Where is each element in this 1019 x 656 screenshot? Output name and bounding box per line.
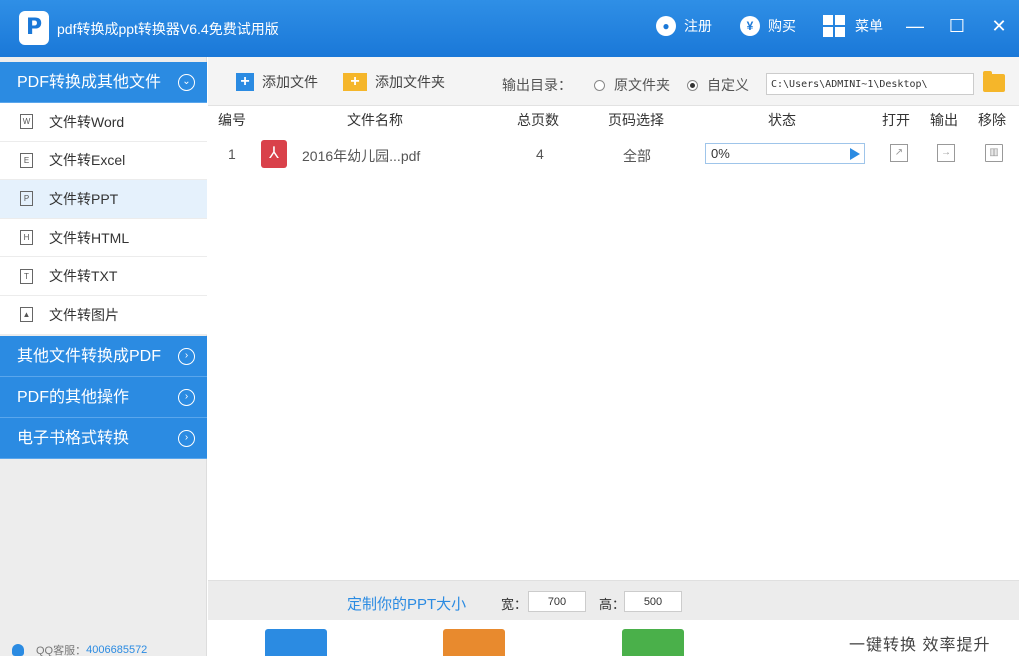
- folder-plus-icon: +: [343, 73, 367, 91]
- add-file-button[interactable]: + 添加文件: [236, 72, 318, 92]
- row-progress-bar: 0%: [705, 143, 865, 164]
- toolbar: + 添加文件 + 添加文件夹 输出目录： 原文件夹 自定义: [208, 57, 1019, 106]
- output-icon[interactable]: →: [937, 144, 955, 162]
- buy-label: 购买: [768, 18, 796, 34]
- category-other-to-pdf[interactable]: 其他文件转换成PDF ›: [0, 336, 207, 377]
- sidebar-item-image[interactable]: ▲ 文件转图片: [0, 295, 207, 335]
- chevron-right-icon: ›: [178, 348, 195, 365]
- add-folder-label: 添加文件夹: [375, 74, 445, 90]
- plus-icon: +: [236, 73, 254, 91]
- col-remove: 移除: [978, 112, 1006, 128]
- conversion-list: W 文件转Word E 文件转Excel P 文件转PPT H 文件转HTML …: [0, 103, 207, 335]
- user-icon: ●: [656, 16, 676, 36]
- category-label: 电子书格式转换: [17, 430, 130, 447]
- radio-label: 自定义: [707, 77, 749, 93]
- height-input[interactable]: [624, 591, 682, 612]
- pdf-file-icon: ⅄: [261, 140, 287, 168]
- play-icon[interactable]: [850, 148, 860, 160]
- word-file-icon: W: [20, 114, 33, 130]
- app-logo-icon: P: [19, 11, 49, 45]
- chevron-down-icon: ⌄: [178, 74, 195, 91]
- yen-icon: ¥: [740, 16, 760, 36]
- row-pages: 4: [536, 146, 544, 162]
- sidebar-item-label: 文件转TXT: [49, 268, 118, 285]
- ppt-size-bar: 定制你的PPT大小 宽： 高：: [208, 580, 1019, 620]
- convert-slide-icon: [443, 629, 505, 656]
- sidebar-item-label: 文件转PPT: [49, 190, 119, 207]
- sidebar: PDF转换成其他文件 ⌄ W 文件转Word E 文件转Excel P 文件转P…: [0, 57, 207, 656]
- sidebar-item-label: 文件转Excel: [49, 152, 126, 169]
- browse-folder-icon[interactable]: [983, 71, 1005, 92]
- table-row[interactable]: 1 ⅄ 2016年幼儿园...pdf 4 全部 0% ↗ → ▥: [208, 135, 1019, 175]
- width-input[interactable]: [528, 591, 586, 612]
- register-label: 注册: [684, 18, 712, 34]
- add-file-label: 添加文件: [262, 74, 318, 90]
- radio-original-folder[interactable]: 原文件夹: [594, 75, 670, 95]
- output-path-input[interactable]: [766, 73, 974, 95]
- sidebar-item-word[interactable]: W 文件转Word: [0, 103, 207, 142]
- col-page-select: 页码选择: [608, 112, 664, 128]
- convert-doc-icon: [265, 629, 327, 656]
- register-button[interactable]: ● 注册: [656, 14, 712, 38]
- html-file-icon: H: [20, 230, 33, 246]
- radio-custom-folder[interactable]: 自定义: [687, 75, 749, 95]
- trash-icon[interactable]: ▥: [985, 144, 1003, 162]
- buy-button[interactable]: ¥ 购买: [740, 14, 796, 38]
- progress-text: 0%: [711, 146, 730, 161]
- slogan-text: 一键转换 效率提升: [849, 637, 991, 654]
- minimize-button[interactable]: —: [903, 14, 927, 38]
- promo-strip: 一键转换 效率提升: [208, 620, 1019, 656]
- window-title: pdf转换成ppt转换器V6.4免费试用版: [57, 21, 279, 37]
- qq-support[interactable]: QQ客服： 4006685572: [12, 642, 147, 656]
- excel-file-icon: E: [20, 152, 33, 168]
- open-external-icon[interactable]: ↗: [890, 144, 908, 162]
- radio-checked-icon: [687, 79, 698, 91]
- col-output: 输出: [930, 112, 958, 128]
- col-pages: 总页数: [517, 112, 559, 128]
- category-ebook-convert[interactable]: 电子书格式转换 ›: [0, 418, 207, 459]
- sidebar-item-html[interactable]: H 文件转HTML: [0, 218, 207, 258]
- col-index: 编号: [218, 112, 246, 128]
- sidebar-item-label: 文件转HTML: [49, 229, 130, 246]
- height-label: 高：: [599, 597, 626, 612]
- row-page-select[interactable]: 全部: [623, 146, 651, 166]
- category-pdf-to-other[interactable]: PDF转换成其他文件 ⌄: [0, 62, 207, 103]
- sidebar-item-txt[interactable]: T 文件转TXT: [0, 257, 207, 296]
- qq-support-number: 4006685572: [86, 644, 148, 656]
- category-label: PDF转换成其他文件: [17, 74, 162, 91]
- close-button[interactable]: ✕: [987, 14, 1011, 38]
- custom-size-label: 定制你的PPT大小: [347, 596, 467, 613]
- width-label: 宽：: [501, 597, 528, 612]
- sidebar-item-ppt[interactable]: P 文件转PPT: [0, 180, 207, 219]
- menu-button[interactable]: 菜单: [823, 14, 883, 38]
- row-index: 1: [228, 146, 236, 162]
- qq-icon: [12, 644, 24, 656]
- chevron-right-icon: ›: [178, 430, 195, 447]
- radio-label: 原文件夹: [614, 77, 670, 93]
- convert-chart-icon: [622, 629, 684, 656]
- row-file-name: 2016年幼儿园...pdf: [302, 148, 421, 164]
- sidebar-item-label: 文件转Word: [49, 113, 125, 130]
- output-dir-label: 输出目录：: [502, 77, 572, 93]
- col-open: 打开: [882, 112, 910, 128]
- col-name: 文件名称: [347, 112, 403, 128]
- col-status: 状态: [768, 112, 796, 128]
- category-pdf-other-ops[interactable]: PDF的其他操作 ›: [0, 377, 207, 418]
- menu-grid-icon: [823, 15, 845, 37]
- sidebar-item-label: 文件转图片: [49, 306, 119, 323]
- add-folder-button[interactable]: + 添加文件夹: [343, 72, 445, 92]
- menu-label: 菜单: [855, 18, 883, 34]
- category-label: 其他文件转换成PDF: [17, 348, 162, 365]
- radio-circle-icon: [594, 79, 605, 91]
- title-bar: P pdf转换成ppt转换器V6.4免费试用版 ● 注册 ¥ 购买 菜单 — ☐…: [0, 0, 1019, 57]
- txt-file-icon: T: [20, 268, 33, 284]
- ppt-file-icon: P: [20, 191, 33, 207]
- image-file-icon: ▲: [20, 307, 33, 323]
- category-label: PDF的其他操作: [17, 389, 130, 406]
- maximize-button[interactable]: ☐: [945, 14, 969, 38]
- chevron-right-icon: ›: [178, 389, 195, 406]
- sidebar-item-excel[interactable]: E 文件转Excel: [0, 141, 207, 181]
- qq-support-label: QQ客服：: [36, 645, 87, 656]
- table-header: 编号 文件名称 总页数 页码选择 状态 打开 输出 移除: [208, 106, 1019, 132]
